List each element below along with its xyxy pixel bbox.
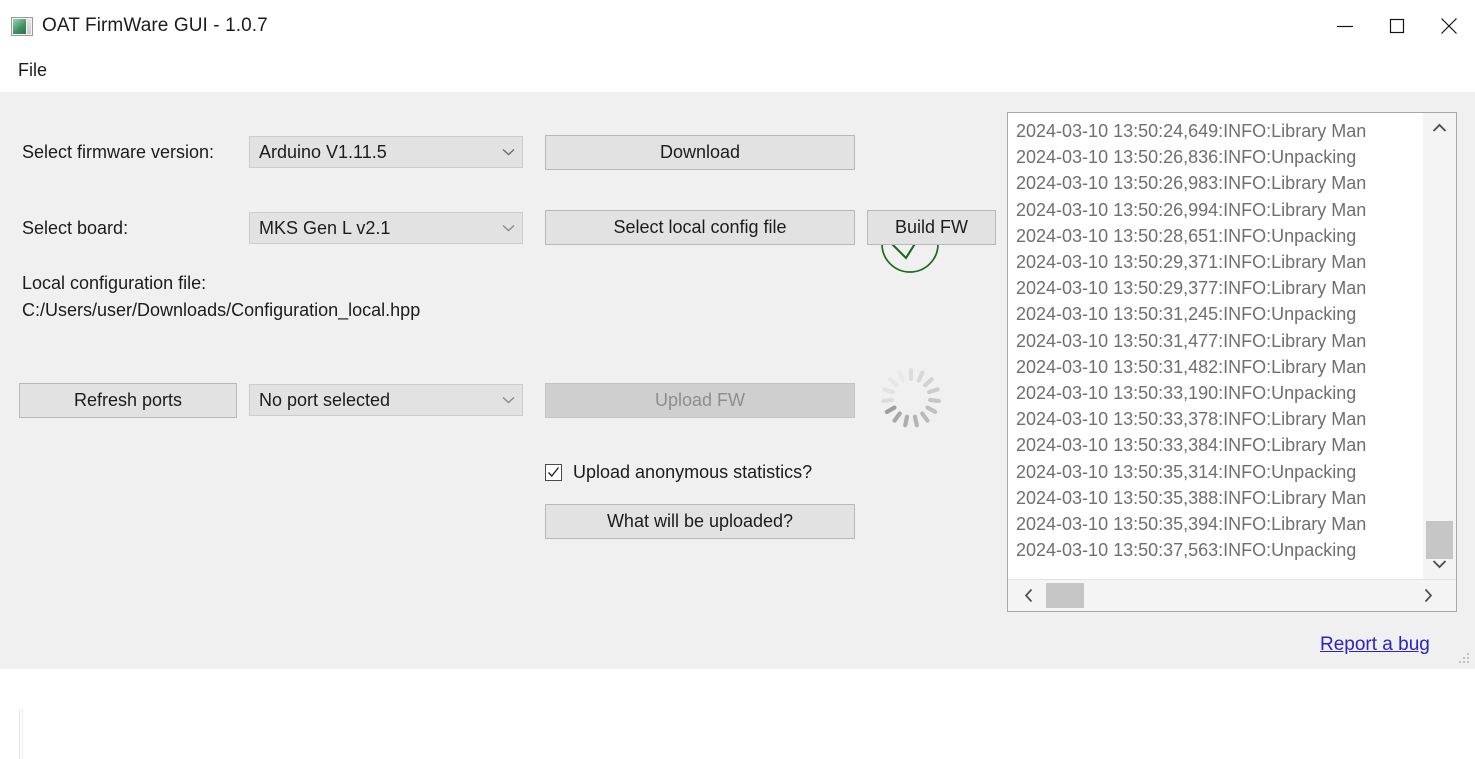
local-config-file-path: C:/Users/user/Downloads/Configuration_lo…: [22, 300, 421, 320]
log-line: 2024-03-10 13:50:31,477:INFO:Library Man: [1016, 330, 1367, 351]
log-line: 2024-03-10 13:50:33,378:INFO:Library Man: [1016, 409, 1367, 430]
chevron-down-icon: [494, 396, 522, 404]
log-line: 2024-03-10 13:50:24,649:INFO:Library Man: [1016, 121, 1367, 141]
chevron-down-icon: [494, 224, 522, 232]
scroll-right-arrow-icon[interactable]: [1412, 580, 1444, 611]
log-line: 2024-03-10 13:50:26,994:INFO:Library Man: [1016, 199, 1367, 220]
log-line: 2024-03-10 13:50:29,371:INFO:Library Man: [1016, 252, 1367, 273]
menu-item-file[interactable]: File: [9, 57, 56, 84]
refresh-ports-button[interactable]: Refresh ports: [19, 383, 237, 418]
log-line: 2024-03-10 13:50:29,377:INFO:Library Man: [1016, 278, 1367, 299]
log-line: 2024-03-10 13:50:26,983:INFO:Library Man: [1016, 173, 1367, 194]
board-select[interactable]: MKS Gen L v2.1: [249, 212, 523, 244]
upload-statistics-label: Upload anonymous statistics?: [573, 462, 813, 482]
menu-bar: File: [0, 52, 1475, 90]
local-config-file-title: Local configuration file:: [22, 273, 207, 293]
board-value: MKS Gen L v2.1: [259, 217, 391, 238]
log-panel: 2024-03-10 13:50:24,649:INFO:Library Man…: [1007, 112, 1457, 612]
log-line: 2024-03-10 13:50:35,394:INFO:Library Man: [1016, 514, 1367, 535]
log-line: 2024-03-10 13:50:35,314:INFO:Unpacking: [1016, 461, 1357, 482]
log-line: 2024-03-10 13:50:28,651:INFO:Unpacking: [1016, 225, 1357, 246]
application-window: OAT FirmWare GUI - 1.0.7 File Select fir…: [0, 0, 1475, 759]
port-select[interactable]: No port selected: [249, 384, 523, 416]
log-horizontal-scrollbar[interactable]: [1008, 579, 1456, 611]
bottom-divider: [19, 709, 20, 759]
chevron-down-icon: [494, 148, 522, 156]
scroll-left-arrow-icon[interactable]: [1013, 580, 1045, 611]
build-fw-button[interactable]: Build FW: [867, 210, 996, 245]
resize-grip[interactable]: [1457, 651, 1471, 665]
select-local-config-file-button[interactable]: Select local config file: [545, 210, 855, 245]
log-line: 2024-03-10 13:50:31,245:INFO:Unpacking: [1016, 304, 1357, 325]
title-bar: OAT FirmWare GUI - 1.0.7: [0, 0, 1475, 52]
port-value: No port selected: [259, 389, 391, 410]
minimize-button[interactable]: [1319, 0, 1371, 52]
firmware-version-select[interactable]: Arduino V1.11.5: [249, 136, 523, 168]
app-window-icon: [11, 16, 33, 36]
title-bar-left: OAT FirmWare GUI - 1.0.7: [11, 11, 268, 41]
local-config-file-block: Local configuration file: C:/Users/user/…: [22, 270, 420, 324]
log-line: 2024-03-10 13:50:33,190:INFO:Unpacking: [1016, 383, 1357, 404]
board-label: Select board:: [22, 218, 129, 238]
spinner-icon: [877, 364, 945, 437]
log-line: 2024-03-10 13:50:35,388:INFO:Library Man: [1016, 487, 1367, 508]
report-a-bug-link[interactable]: Report a bug: [1320, 634, 1430, 656]
scroll-up-arrow-icon[interactable]: [1423, 113, 1456, 143]
maximize-button[interactable]: [1371, 0, 1423, 52]
log-output[interactable]: 2024-03-10 13:50:24,649:INFO:Library Man…: [1008, 113, 1423, 579]
checkmark-icon: [548, 467, 560, 477]
log-line: 2024-03-10 13:50:37,563:INFO:Unpacking: [1016, 540, 1357, 561]
log-vertical-scrollbar[interactable]: [1423, 113, 1456, 579]
horizontal-scroll-thumb[interactable]: [1046, 583, 1084, 608]
close-button[interactable]: [1423, 0, 1475, 52]
main-content: Select firmware version: Arduino V1.11.5…: [0, 92, 1475, 759]
upload-statistics-checkbox[interactable]: [545, 464, 562, 481]
scroll-down-arrow-icon[interactable]: [1423, 549, 1456, 579]
upload-statistics-checkbox-row[interactable]: Upload anonymous statistics?: [545, 462, 812, 483]
window-controls: [1319, 0, 1475, 52]
log-line: 2024-03-10 13:50:26,836:INFO:Unpacking: [1016, 147, 1357, 168]
bottom-divider-secondary: [22, 709, 23, 759]
firmware-version-label: Select firmware version:: [22, 142, 215, 162]
download-button[interactable]: Download: [545, 135, 855, 170]
log-line: 2024-03-10 13:50:31,482:INFO:Library Man: [1016, 356, 1367, 377]
log-line: 2024-03-10 13:50:33,384:INFO:Library Man: [1016, 435, 1367, 456]
firmware-version-value: Arduino V1.11.5: [259, 141, 387, 162]
what-will-be-uploaded-button[interactable]: What will be uploaded?: [545, 504, 855, 539]
upload-fw-button: Upload FW: [545, 383, 855, 418]
window-title: OAT FirmWare GUI - 1.0.7: [42, 15, 268, 36]
